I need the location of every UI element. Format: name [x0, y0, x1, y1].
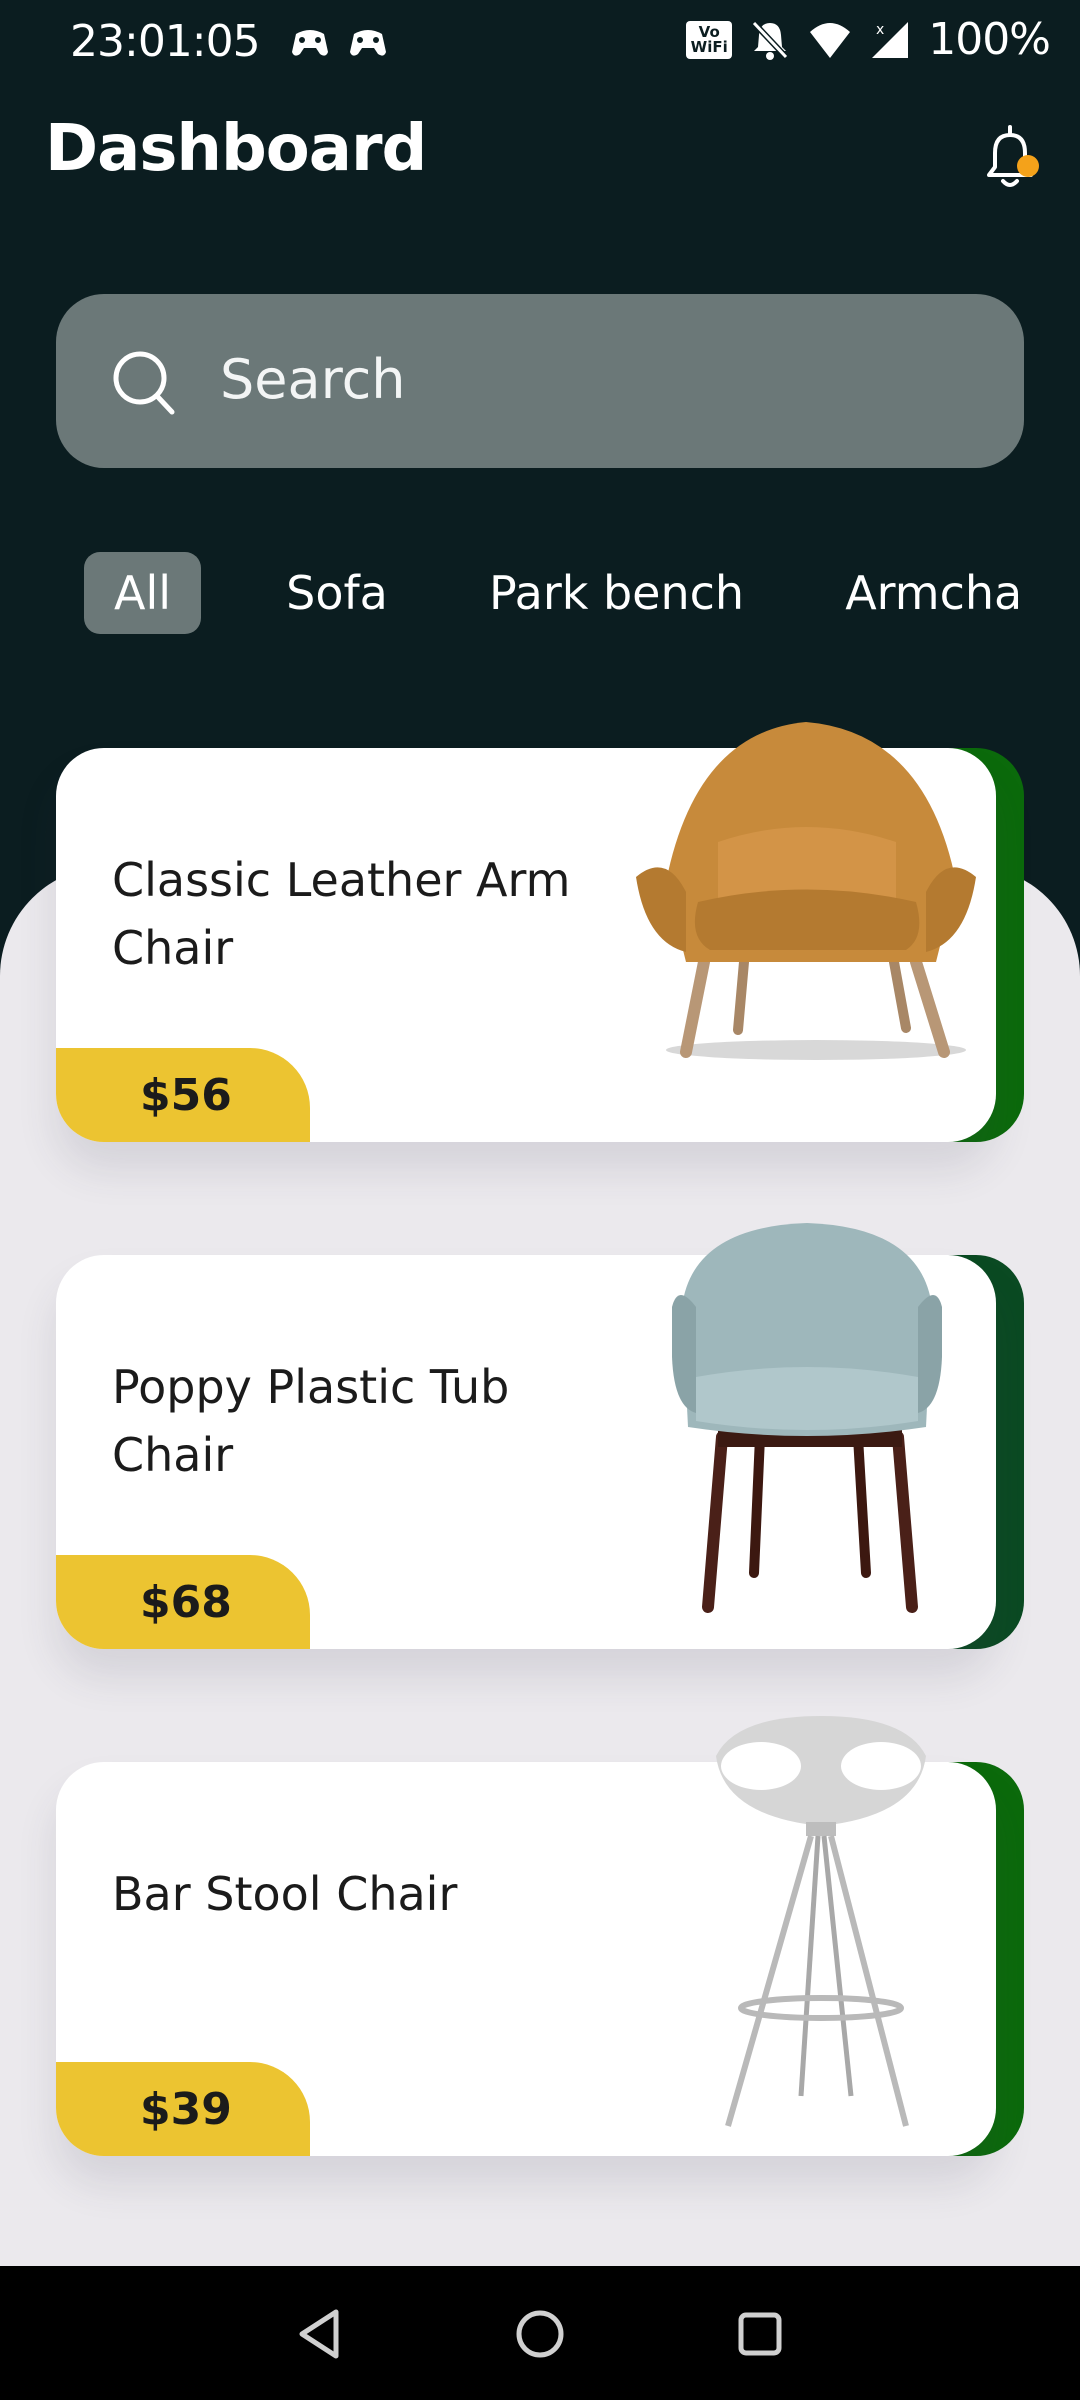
navigation-bar — [0, 2266, 1080, 2400]
price-tag: $68 — [56, 1555, 310, 1649]
dashboard-screen: 23:01:05 Vo WiFi x 100% Dashboard Search… — [0, 0, 1080, 2400]
product-card[interactable]: Classic Leather Arm Chair $56 — [56, 722, 1024, 1142]
page-title: Dashboard — [45, 112, 427, 186]
price-tag: $39 — [56, 2062, 310, 2156]
tab-park-bench[interactable]: Park bench — [489, 552, 744, 634]
bell-muted-icon — [752, 20, 789, 60]
product-card[interactable]: Bar Stool Chair $39 — [56, 1716, 1024, 2156]
status-system-icons: Vo WiFi x 100% — [686, 14, 1051, 65]
product-card[interactable]: Poppy Plastic Tub Chair $68 — [56, 1223, 1024, 1649]
vowifi-icon: Vo WiFi — [686, 20, 733, 59]
game-controller-icon — [292, 30, 328, 56]
notification-dot — [1017, 155, 1039, 177]
status-notification-icons — [290, 26, 388, 60]
product-name: Poppy Plastic Tub Chair — [112, 1360, 510, 1482]
tub-chair-image — [672, 1223, 942, 1613]
back-icon[interactable] — [290, 2302, 354, 2366]
tab-sofa[interactable]: Sofa — [286, 552, 388, 634]
notification-button[interactable] — [985, 125, 1039, 195]
tab-armchair[interactable]: Armchair — [845, 552, 1024, 634]
wifi-icon — [810, 22, 851, 58]
search-input[interactable]: Search — [56, 294, 1024, 468]
recents-icon[interactable] — [728, 2302, 792, 2366]
price-tag: $56 — [56, 1048, 310, 1142]
category-tabs: All Sofa Park bench Armchair — [84, 552, 1024, 638]
search-icon — [113, 351, 175, 415]
armchair-image — [636, 722, 976, 1060]
battery-level: 100% — [928, 14, 1051, 65]
product-name: Classic Leather Arm Chair — [112, 853, 571, 975]
tab-all[interactable]: All — [84, 552, 202, 634]
cell-signal-icon: x — [872, 21, 909, 58]
search-placeholder: Search — [220, 348, 406, 411]
status-bar: 23:01:05 Vo WiFi x 100% — [0, 0, 1080, 78]
home-icon[interactable] — [508, 2302, 572, 2366]
svg-text:x: x — [876, 22, 884, 38]
game-controller-icon — [350, 30, 386, 56]
product-name: Bar Stool Chair — [112, 1867, 458, 1921]
bar-stool-image — [716, 1716, 926, 2127]
status-time: 23:01:05 — [70, 16, 261, 67]
